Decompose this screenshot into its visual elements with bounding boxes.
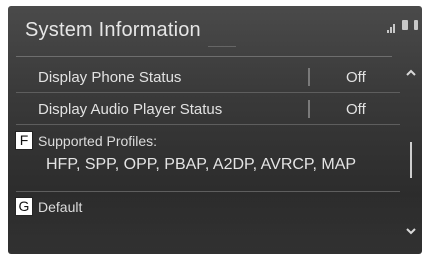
- default-button[interactable]: G Default: [15, 193, 400, 221]
- system-information-screen: System Information Display Phone Status …: [8, 6, 422, 254]
- default-label: Default: [38, 199, 83, 215]
- display-audio-player-status-row[interactable]: Display Audio Player Status Off: [16, 94, 400, 125]
- bluetooth-icon: [414, 20, 418, 30]
- callout-g: G: [15, 197, 33, 216]
- display-phone-status-label: Display Phone Status: [38, 69, 182, 86]
- display-audio-player-status-label: Display Audio Player Status: [38, 101, 223, 118]
- page-title: System Information: [25, 19, 201, 41]
- display-audio-player-status-value[interactable]: Off: [346, 101, 366, 118]
- header-divider: [16, 56, 392, 57]
- signal-icon: [387, 20, 396, 33]
- callout-f: F: [15, 131, 33, 150]
- chevron-down-icon[interactable]: [404, 224, 418, 238]
- row-divider: [308, 100, 310, 118]
- row-divider: [308, 68, 310, 86]
- display-phone-status-value[interactable]: Off: [346, 69, 366, 86]
- supported-profiles-list: HFP, SPP, OPP, PBAP, A2DP, AVRCP, MAP: [46, 156, 357, 173]
- phone-icon: [402, 20, 408, 30]
- supported-profiles-heading: Supported Profiles:: [38, 133, 158, 149]
- chevron-up-icon[interactable]: [404, 66, 418, 80]
- scrollbar-thumb[interactable]: [410, 142, 412, 178]
- status-icons: [387, 20, 418, 33]
- display-phone-status-row[interactable]: Display Phone Status Off: [16, 62, 400, 93]
- title-tab-divider: [208, 46, 236, 51]
- supported-profiles-section: F Supported Profiles: HFP, SPP, OPP, PBA…: [15, 127, 400, 192]
